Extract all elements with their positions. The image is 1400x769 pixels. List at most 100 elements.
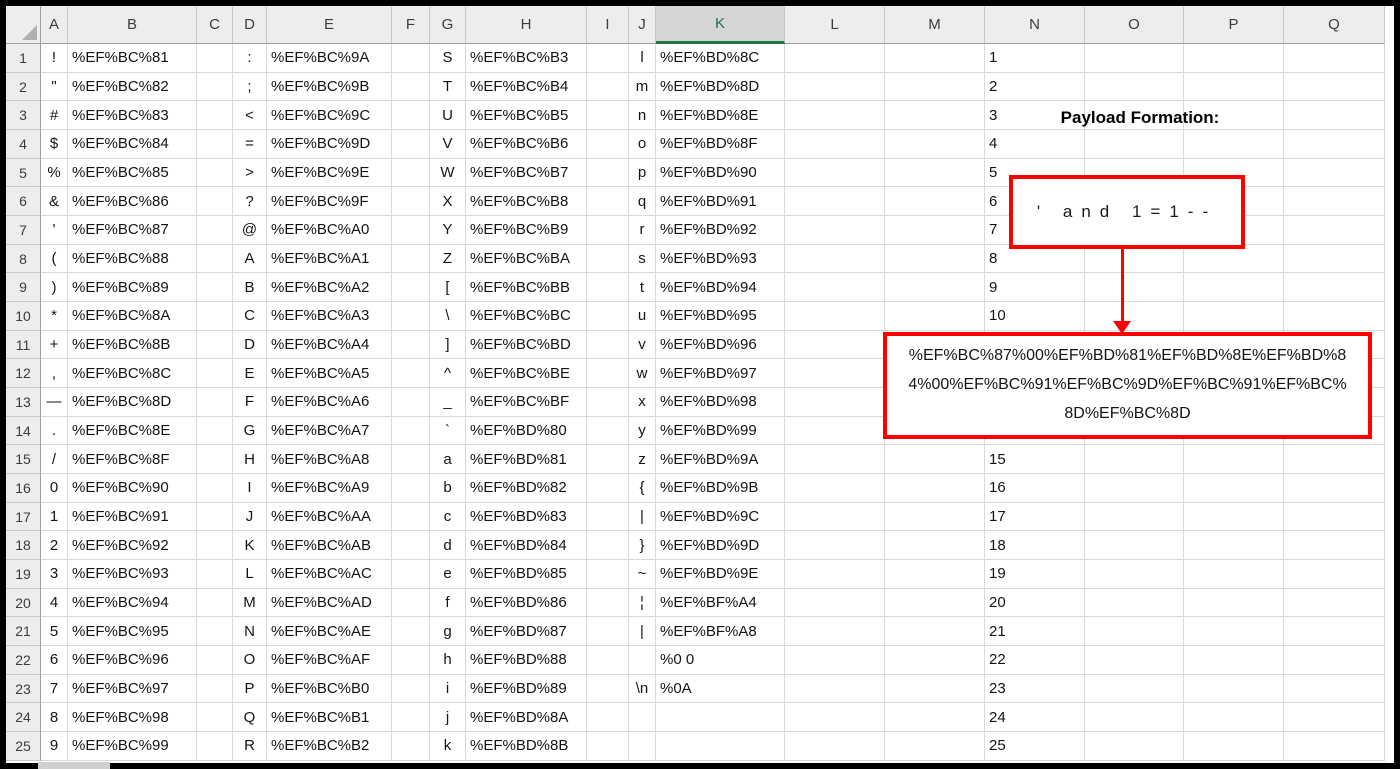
- cell-P22[interactable]: [1184, 646, 1284, 675]
- cell-H22[interactable]: %EF%BD%88: [466, 646, 587, 675]
- cell-A5[interactable]: %: [41, 158, 68, 188]
- cell-K1[interactable]: %EF%BD%8C: [656, 44, 785, 73]
- cell-F11[interactable]: [392, 330, 430, 360]
- cell-I4[interactable]: [587, 130, 629, 159]
- cell-F2[interactable]: [392, 72, 430, 102]
- cell-B9[interactable]: %EF%BC%89: [68, 273, 197, 303]
- cell-J13[interactable]: x: [629, 388, 656, 417]
- cell-B23[interactable]: %EF%BC%97: [68, 674, 197, 704]
- cell-H2[interactable]: %EF%BC%B4: [466, 72, 587, 102]
- cell-A19[interactable]: 3: [41, 560, 68, 589]
- cell-H4[interactable]: %EF%BC%B6: [466, 130, 587, 159]
- cell-A21[interactable]: 5: [41, 617, 68, 647]
- cell-A24[interactable]: 8: [41, 703, 68, 733]
- cell-I18[interactable]: [587, 531, 629, 561]
- encoded-payload-box[interactable]: %EF%BC%87%00%EF%BD%81%EF%BD%8E%EF%BD%8 4…: [883, 332, 1372, 439]
- cell-K22[interactable]: %0 0: [656, 646, 785, 675]
- cell-Q5[interactable]: [1284, 158, 1385, 188]
- cell-G6[interactable]: X: [430, 187, 466, 217]
- cell-B11[interactable]: %EF%BC%8B: [68, 330, 197, 360]
- cell-G19[interactable]: e: [430, 560, 466, 589]
- cell-C18[interactable]: [197, 531, 233, 561]
- cell-P4[interactable]: [1184, 130, 1284, 159]
- cell-C24[interactable]: [197, 703, 233, 733]
- cell-E2[interactable]: %EF%BC%9B: [267, 72, 392, 102]
- cell-L13[interactable]: [785, 388, 885, 417]
- cell-E3[interactable]: %EF%BC%9C: [267, 101, 392, 131]
- cell-G8[interactable]: Z: [430, 244, 466, 274]
- cell-K9[interactable]: %EF%BD%94: [656, 273, 785, 303]
- cell-A22[interactable]: 6: [41, 646, 68, 675]
- cell-Q15[interactable]: [1284, 445, 1385, 475]
- cell-Q20[interactable]: [1284, 588, 1385, 618]
- row-header-16[interactable]: 16: [6, 474, 41, 503]
- cell-O22[interactable]: [1085, 646, 1184, 675]
- cell-K24[interactable]: [656, 703, 785, 733]
- cell-E4[interactable]: %EF%BC%9D: [267, 130, 392, 159]
- cell-M17[interactable]: [885, 502, 985, 532]
- cell-M1[interactable]: [885, 44, 985, 73]
- cell-Q18[interactable]: [1284, 531, 1385, 561]
- row-header-25[interactable]: 25: [6, 732, 41, 761]
- cell-C1[interactable]: [197, 44, 233, 73]
- cell-D13[interactable]: F: [233, 388, 267, 417]
- cell-J19[interactable]: ~: [629, 560, 656, 589]
- cell-E11[interactable]: %EF%BC%A4: [267, 330, 392, 360]
- cell-I14[interactable]: [587, 416, 629, 446]
- cell-H24[interactable]: %EF%BD%8A: [466, 703, 587, 733]
- cell-D8[interactable]: A: [233, 244, 267, 274]
- cell-Q10[interactable]: [1284, 302, 1385, 331]
- cell-D19[interactable]: L: [233, 560, 267, 589]
- cell-O18[interactable]: [1085, 531, 1184, 561]
- cell-L8[interactable]: [785, 244, 885, 274]
- cell-C13[interactable]: [197, 388, 233, 417]
- cell-F17[interactable]: [392, 502, 430, 532]
- cell-J17[interactable]: |: [629, 502, 656, 532]
- cell-D20[interactable]: M: [233, 588, 267, 618]
- cell-C9[interactable]: [197, 273, 233, 303]
- cell-J10[interactable]: u: [629, 302, 656, 331]
- cell-E14[interactable]: %EF%BC%A7: [267, 416, 392, 446]
- cell-G4[interactable]: V: [430, 130, 466, 159]
- cell-O24[interactable]: [1085, 703, 1184, 733]
- row-header-4[interactable]: 4: [6, 130, 41, 159]
- row-header-19[interactable]: 19: [6, 560, 41, 589]
- cell-I7[interactable]: [587, 216, 629, 245]
- cell-P18[interactable]: [1184, 531, 1284, 561]
- cell-A12[interactable]: ,: [41, 359, 68, 389]
- cell-E10[interactable]: %EF%BC%A3: [267, 302, 392, 331]
- cell-L11[interactable]: [785, 330, 885, 360]
- cell-E24[interactable]: %EF%BC%B1: [267, 703, 392, 733]
- cell-H6[interactable]: %EF%BC%B8: [466, 187, 587, 217]
- cell-K16[interactable]: %EF%BD%9B: [656, 474, 785, 503]
- cell-J9[interactable]: t: [629, 273, 656, 303]
- cell-H13[interactable]: %EF%BC%BF: [466, 388, 587, 417]
- cell-J25[interactable]: [629, 732, 656, 761]
- column-header-B[interactable]: B: [68, 6, 197, 44]
- cell-Q22[interactable]: [1284, 646, 1385, 675]
- cell-G21[interactable]: g: [430, 617, 466, 647]
- cell-A20[interactable]: 4: [41, 588, 68, 618]
- cell-F24[interactable]: [392, 703, 430, 733]
- cell-M5[interactable]: [885, 158, 985, 188]
- cell-O21[interactable]: [1085, 617, 1184, 647]
- cell-D5[interactable]: >: [233, 158, 267, 188]
- cell-L12[interactable]: [785, 359, 885, 389]
- cell-A16[interactable]: 0: [41, 474, 68, 503]
- column-header-H[interactable]: H: [466, 6, 587, 44]
- cell-N22[interactable]: 22: [985, 646, 1085, 675]
- cell-I21[interactable]: [587, 617, 629, 647]
- cell-L24[interactable]: [785, 703, 885, 733]
- row-header-21[interactable]: 21: [6, 617, 41, 647]
- cell-G17[interactable]: c: [430, 502, 466, 532]
- row-header-3[interactable]: 3: [6, 101, 41, 131]
- cell-O2[interactable]: [1085, 72, 1184, 102]
- cell-L7[interactable]: [785, 216, 885, 245]
- cell-K21[interactable]: %EF%BF%A8: [656, 617, 785, 647]
- cell-P1[interactable]: [1184, 44, 1284, 73]
- cell-A1[interactable]: !: [41, 44, 68, 73]
- cell-M15[interactable]: [885, 445, 985, 475]
- cell-C6[interactable]: [197, 187, 233, 217]
- cell-B24[interactable]: %EF%BC%98: [68, 703, 197, 733]
- cell-Q7[interactable]: [1284, 216, 1385, 245]
